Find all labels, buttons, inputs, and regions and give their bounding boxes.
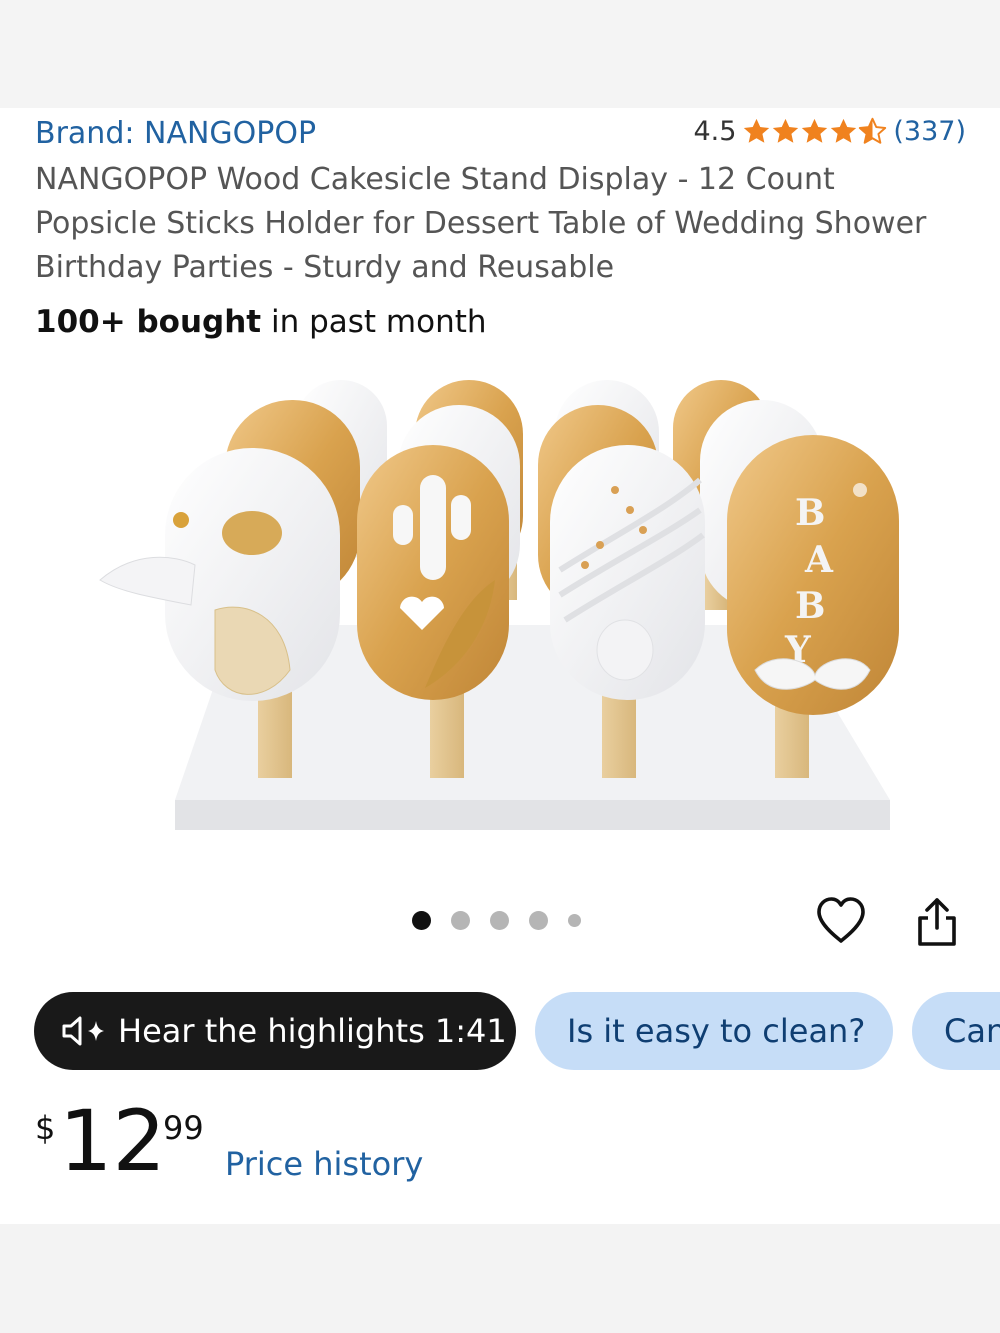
- bought-count-bold: 100+ bought: [35, 304, 262, 340]
- bottom-spacer: [0, 1224, 1000, 1333]
- star-icon: [831, 118, 857, 143]
- share-icon[interactable]: [914, 896, 960, 948]
- rating-summary[interactable]: 4.5 (337): [693, 116, 966, 147]
- star-icon: [744, 118, 770, 143]
- speaker-sparkle-icon: [62, 1016, 104, 1046]
- carousel-dot-2[interactable]: [451, 911, 470, 930]
- question-chip-label: Is it easy to clean?: [567, 1012, 866, 1050]
- popsicle-pearls: [550, 445, 705, 700]
- image-letter-b1: B: [795, 492, 825, 534]
- carousel-dot-3[interactable]: [490, 911, 509, 930]
- star-icon: [802, 118, 828, 143]
- popsicle-cactus: [357, 445, 509, 700]
- product-detail: Brand: NANGOPOP 4.5 (337) NANGOPOP Wood …: [0, 108, 1000, 1224]
- product-title: NANGOPOP Wood Cakesicle Stand Display - …: [35, 162, 927, 285]
- star-icon: [773, 118, 799, 143]
- question-chip-can[interactable]: Can: [912, 992, 1000, 1070]
- image-letter-a: A: [804, 539, 834, 581]
- price-history-link[interactable]: Price history: [225, 1145, 423, 1183]
- rating-value: 4.5: [693, 116, 737, 147]
- top-spacer: [0, 0, 1000, 108]
- hear-highlights-label: Hear the highlights 1:41: [118, 1012, 507, 1050]
- question-chip-easy-to-clean[interactable]: Is it easy to clean?: [535, 992, 893, 1070]
- popsicle-mermaid: [99, 448, 340, 701]
- heart-icon[interactable]: [815, 896, 867, 946]
- price-whole: 12: [59, 1092, 166, 1190]
- rating-count-link[interactable]: (337): [893, 116, 966, 147]
- bought-count-rest: in past month: [261, 304, 487, 340]
- brand-link[interactable]: Brand: NANGOPOP: [35, 116, 316, 151]
- star-half-icon: [859, 117, 887, 144]
- carousel-dot-5[interactable]: [568, 914, 581, 927]
- star-rating: [742, 117, 887, 146]
- carousel-dot-1[interactable]: [412, 911, 431, 930]
- image-carousel-dots[interactable]: [412, 911, 601, 930]
- price-symbol: $: [35, 1109, 56, 1147]
- carousel-dot-4[interactable]: [529, 911, 548, 930]
- hear-highlights-button[interactable]: Hear the highlights 1:41: [34, 992, 516, 1070]
- image-letter-b2: B: [795, 585, 825, 627]
- question-chip-label: Can: [944, 1012, 1000, 1050]
- popsicle-baby: B A B Y: [727, 435, 899, 715]
- price-fraction: 99: [163, 1109, 204, 1147]
- bought-count: 100+ bought in past month: [35, 304, 487, 340]
- product-image[interactable]: B A B Y: [95, 370, 905, 840]
- stand-base-front: [175, 800, 890, 830]
